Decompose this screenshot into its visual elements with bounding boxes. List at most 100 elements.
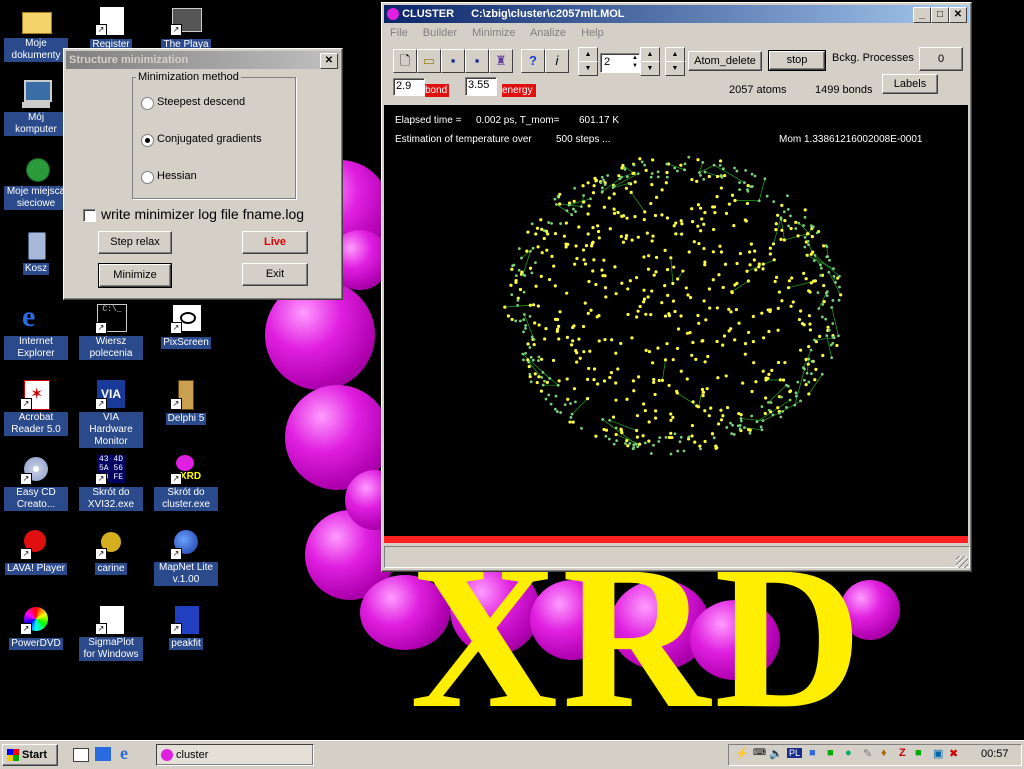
label-hessian: Hessian (157, 170, 197, 182)
radio-steepest-descend[interactable] (141, 97, 154, 110)
quick-launch-explorer-icon[interactable] (95, 747, 111, 761)
close-window-button[interactable]: ✕ (949, 7, 967, 23)
menu-analize[interactable]: Analize (530, 27, 566, 39)
tray-app-icon-6[interactable]: ▣ (933, 747, 943, 760)
acrobat-icon: ✶↗ (20, 378, 52, 410)
tool-icon[interactable]: ♜ (489, 49, 513, 73)
minimize-button[interactable]: Minimize (99, 264, 171, 287)
recycle-bin-icon (20, 228, 52, 260)
start-button[interactable]: Start (2, 744, 58, 766)
desktop-icon-kosz[interactable]: Kosz (4, 228, 68, 275)
desktop-icon-pixscreen[interactable]: ↗ PixScreen (154, 302, 218, 349)
save-icon[interactable]: ▪ (441, 49, 465, 73)
labels-button[interactable]: Labels (882, 74, 938, 94)
tray-speaker-icon[interactable]: 🔈 (769, 747, 783, 760)
write-log-checkbox[interactable] (83, 209, 96, 222)
cluster-title: CLUSTER (402, 8, 454, 20)
save-as-icon[interactable]: ▪ (465, 49, 489, 73)
spin-up-1[interactable]: ▲ (578, 47, 598, 62)
desktop-icon-xvi32[interactable]: 43 4D5A 5620 FE↗ Skrót do XVI32.exe (79, 453, 143, 511)
desktop-icon-lava-player[interactable]: ↗ LAVA! Player (4, 528, 68, 575)
desktop-icon-moje-miejsca-sieciowe[interactable]: Moje miejsca sieciowe (4, 152, 68, 210)
spin-down-2[interactable]: ▼ (640, 61, 660, 76)
desktop-icon-delphi[interactable]: ↗ Delphi 5 (154, 378, 218, 425)
menu-builder[interactable]: Builder (423, 27, 457, 39)
radio-hessian[interactable] (141, 171, 154, 184)
cluster-structure (384, 105, 968, 536)
tray-power-icon[interactable]: ⚡ (735, 747, 749, 760)
dvd-icon: ↗ (20, 603, 52, 635)
menu-help[interactable]: Help (581, 27, 604, 39)
tray-language-indicator[interactable]: PL (787, 748, 802, 758)
cluster-title-bar[interactable]: CLUSTER C:\zbig\cluster\c2057mlt.MOL _ □… (384, 5, 969, 23)
desktop-icon-via-hardware-monitor[interactable]: VIA↗ VIA Hardware Monitor (79, 378, 143, 448)
desktop-icon-moj-komputer[interactable]: Mój komputer (4, 78, 68, 136)
bckg-processes-value[interactable]: 0 (919, 47, 963, 71)
molecule-canvas[interactable]: Elapsed time = 0.002 ps, T_mom= 601.17 K… (384, 105, 968, 536)
spin-down-3[interactable]: ▼ (665, 61, 685, 76)
tray-app-icon-2[interactable]: ✎ (863, 747, 872, 760)
bckg-processes-label: Bckg. Processes (832, 52, 914, 64)
desktop-icon-register[interactable]: ↗ Register (79, 4, 143, 51)
spin-down-1[interactable]: ▼ (578, 61, 598, 76)
live-button[interactable]: Live (242, 231, 308, 254)
bond-label: bond (425, 84, 449, 97)
desktop-icon-easy-cd-creator[interactable]: ↗ Easy CD Creato... (4, 453, 68, 511)
desktop-icon-acrobat-reader[interactable]: ✶↗ Acrobat Reader 5.0 (4, 378, 68, 436)
label-conjugated-gradients: Conjugated gradients (157, 133, 262, 145)
desktop-icon-sigmaplot[interactable]: ↗ SigmaPlot for Windows (79, 603, 143, 661)
desktop-icon-mapnet-lite[interactable]: ↗ MapNet Lite v.1.00 (154, 528, 218, 586)
tray-app-icon-4[interactable]: Z (899, 747, 906, 759)
folder-icon (20, 4, 52, 36)
atom-delete-button[interactable]: Atom_delete (688, 51, 762, 71)
desktop-icon-internet-explorer[interactable]: e Internet Explorer (4, 302, 68, 360)
desktop-icon-carine[interactable]: ↗ carine (79, 528, 143, 575)
ie-icon: e (20, 302, 52, 334)
quick-launch-ie-icon[interactable]: e (120, 743, 128, 764)
help-icon[interactable]: ? (521, 49, 545, 73)
bond-input[interactable]: 2.9 (393, 78, 425, 96)
maximize-window-button[interactable]: □ (931, 7, 949, 23)
open-folder-icon[interactable]: ▭ (417, 49, 441, 73)
dialog-close-button[interactable]: ✕ (320, 53, 338, 69)
tray-kb-icon[interactable]: ⌨ (753, 747, 766, 758)
tray-app-icon-1[interactable]: ● (845, 747, 852, 759)
desktop-icon-cluster-exe[interactable]: XRD↗ Skrót do cluster.exe (154, 453, 218, 511)
desktop-icon-peakfit[interactable]: ↗ peakfit (154, 603, 218, 650)
dialog-title-bar[interactable]: Structure minimization ✕ (66, 51, 340, 69)
spin-inline-arrows[interactable]: ▲▼ (632, 54, 638, 70)
exit-button[interactable]: Exit (242, 263, 308, 286)
taskbar-cluster-button[interactable]: cluster (156, 744, 314, 766)
structure-minimization-dialog: Structure minimization ✕ Minimization me… (63, 48, 343, 300)
new-file-icon[interactable]: 🗋 (393, 49, 417, 73)
atoms-count: 2057 atoms (729, 84, 786, 96)
group-label: Minimization method (136, 71, 241, 83)
dialog-title: Structure minimization (69, 54, 188, 66)
desktop-icon-wiersz-polecenia[interactable]: C:\_↗ Wiersz polecenia (79, 302, 143, 360)
stop-button[interactable]: stop (769, 51, 825, 70)
step-relax-button[interactable]: Step relax (98, 231, 172, 254)
tray-app-icon-3[interactable]: ♦ (881, 747, 887, 759)
desktop-icon-moje-dokumenty[interactable]: Moje dokumenty (4, 4, 68, 62)
spin-up-2[interactable]: ▲ (640, 47, 660, 62)
desktop-icon-powerdvd[interactable]: ↗ PowerDVD (4, 603, 68, 650)
step-spin-input[interactable]: 2 ▲▼ (600, 53, 640, 73)
quick-launch-desktop-icon[interactable] (73, 748, 89, 762)
energy-input[interactable]: 3.55 (465, 77, 497, 96)
desktop-icon-the-playa[interactable]: ↗ The Playa (154, 4, 218, 51)
computer-icon (20, 78, 52, 110)
cluster-task-icon (161, 749, 173, 761)
network-icon (20, 152, 52, 184)
resize-grip-icon[interactable] (956, 556, 968, 568)
info-icon[interactable]: i (545, 49, 569, 73)
tray-app-icon-5[interactable]: ■ (915, 747, 922, 759)
tray-monitor-icon[interactable]: ■ (827, 747, 834, 759)
radio-conjugated-gradients[interactable] (141, 134, 154, 147)
spin-up-3[interactable]: ▲ (665, 47, 685, 62)
hex-icon: 43 4D5A 5620 FE↗ (95, 453, 127, 485)
menu-file[interactable]: File (390, 27, 408, 39)
minimize-window-button[interactable]: _ (913, 7, 931, 23)
menu-minimize[interactable]: Minimize (472, 27, 515, 39)
tray-app-icon-7[interactable]: ✖ (949, 747, 958, 760)
tray-network-icon[interactable]: ■ (809, 747, 816, 759)
